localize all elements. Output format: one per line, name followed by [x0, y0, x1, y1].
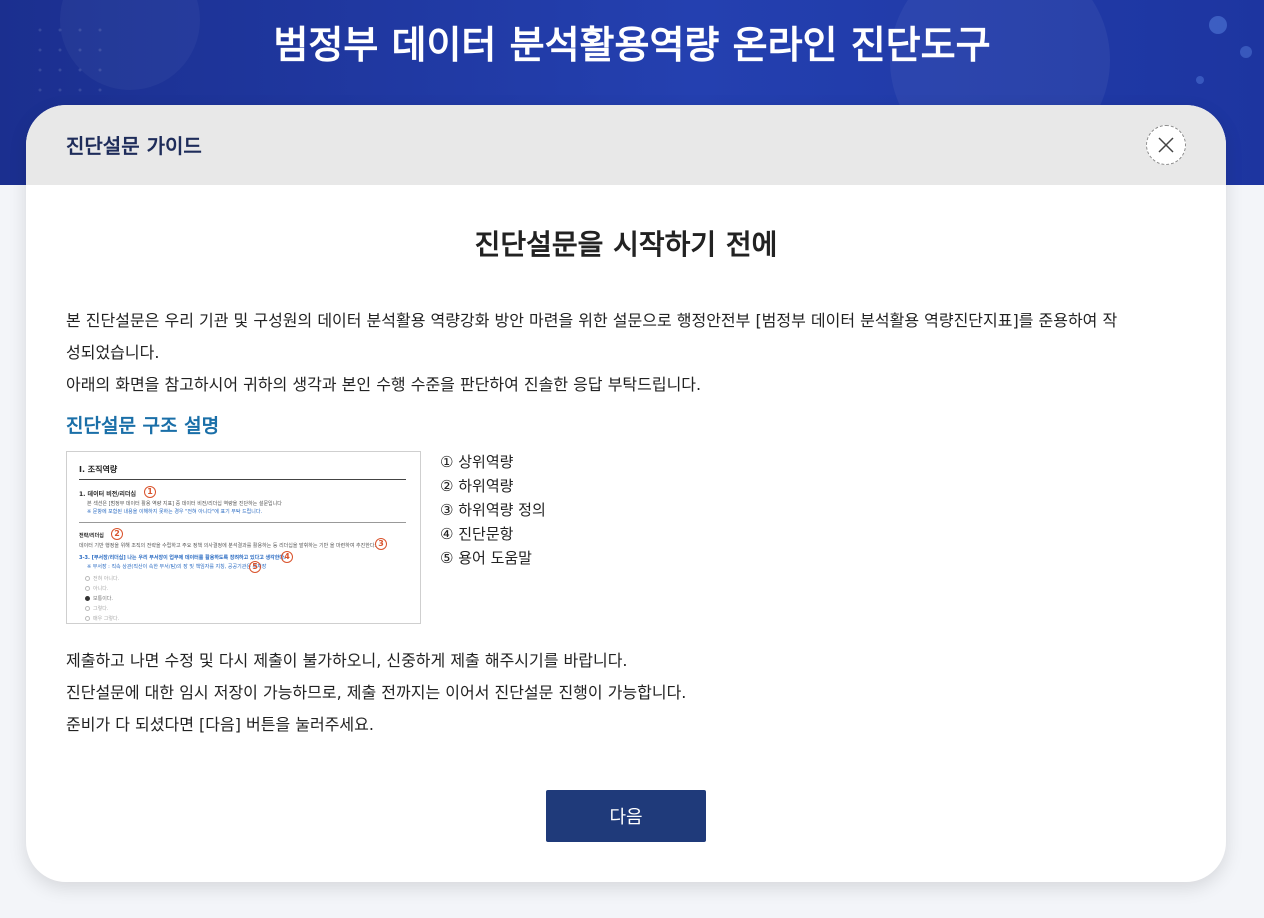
intro-line: 본 진단설문은 우리 기관 및 구성원의 데이터 분석활용 역량강화 방안 마련…	[66, 311, 1118, 330]
thumb-section-title: I. 조직역량	[79, 465, 118, 474]
thumb-option: 매우 그렇다.	[93, 616, 120, 622]
marker-3: 3	[375, 538, 387, 550]
thumb-item-desc: 본 섹션은 [범정부 데이터 활용 역량 지표] 중 데이터 비전/리더십 역량…	[87, 501, 282, 507]
marker-5: 5	[249, 561, 261, 573]
thumb-radio	[85, 586, 90, 591]
intro-line: 성되었습니다.	[66, 343, 160, 362]
outro-line: 제출하고 나면 수정 및 다시 제출이 불가하오니, 신중하게 제출 해주시기를…	[66, 651, 628, 670]
outro-line: 진단설문에 대한 임시 저장이 가능하므로, 제출 전까지는 이어서 진단설문 …	[66, 683, 687, 702]
structure-legend: ① 상위역량 ② 하위역량 ③ 하위역량 정의 ④ 진단문항 ⑤ 용어 도움말	[440, 450, 546, 570]
thumb-option: 그렇다.	[93, 606, 109, 612]
survey-structure-screenshot: I. 조직역량 1. 데이터 비전/리더십 1 본 섹션은 [범정부 데이터 활…	[66, 451, 421, 624]
marker-2: 2	[111, 528, 123, 540]
thumb-help: ※ 부서장 : 직속 상관(직산이 속한 부서/팀)의 장 및 책임자를 지칭,…	[87, 564, 267, 570]
close-button[interactable]	[1146, 125, 1186, 165]
modal-title: 진단설문 가이드	[66, 134, 202, 158]
thumb-subtitle: 전략/리더십	[79, 533, 104, 539]
legend-item: ① 상위역량	[440, 453, 514, 471]
thumb-item-note: ※ 문항에 포함된 내용을 이해하지 못하는 경우 "전혀 아니다"에 표기 부…	[87, 509, 263, 515]
thumb-divider	[79, 479, 406, 480]
thumb-divider	[79, 522, 406, 523]
structure-section-title: 진단설문 구조 설명	[66, 415, 220, 437]
legend-item: ③ 하위역량 정의	[440, 501, 546, 519]
thumb-option: 아니다.	[93, 586, 109, 592]
outro-line: 준비가 다 되셨다면 [다음] 버튼을 눌러주세요.	[66, 715, 374, 734]
thumb-question: 3-3. [부서장/리더십] 나는 우리 부서장이 업무에 데이터를 활용하도록…	[79, 555, 286, 561]
guide-modal: 진단설문 가이드 진단설문을 시작하기 전에 본 진단설문은 우리 기관 및 구…	[26, 105, 1226, 882]
thumb-radio	[85, 616, 90, 621]
thumb-sub-desc: 데이터 기반 행정을 위해 조직의 전략을 수립하고 주요 정책 의사결정에 분…	[79, 543, 377, 549]
marker-1: 1	[144, 486, 156, 498]
close-icon	[1158, 137, 1174, 153]
intro-line: 아래의 화면을 참고하시어 귀하의 생각과 본인 수행 수준을 판단하여 진솔한…	[66, 375, 702, 394]
thumb-radio-selected	[85, 596, 90, 601]
thumb-item-title: 1. 데이터 비전/리더십	[79, 491, 136, 498]
marker-4: 4	[281, 551, 293, 563]
legend-item: ⑤ 용어 도움말	[440, 549, 532, 567]
modal-heading: 진단설문을 시작하기 전에	[474, 228, 778, 261]
legend-item: ④ 진단문항	[440, 525, 514, 543]
page-title: 범정부 데이터 분석활용역량 온라인 진단도구	[273, 23, 991, 67]
thumb-radio	[85, 576, 90, 581]
thumb-option: 보통이다.	[93, 596, 113, 602]
thumb-radio	[85, 606, 90, 611]
modal-header: 진단설문 가이드	[26, 105, 1226, 185]
outro-text: 제출하고 나면 수정 및 다시 제출이 불가하오니, 신중하게 제출 해주시기를…	[66, 645, 1186, 741]
legend-item: ② 하위역량	[440, 477, 514, 495]
next-button[interactable]: 다음	[546, 790, 706, 842]
thumb-option: 전혀 아니다.	[93, 576, 120, 582]
intro-text: 본 진단설문은 우리 기관 및 구성원의 데이터 분석활용 역량강화 방안 마련…	[66, 305, 1186, 401]
